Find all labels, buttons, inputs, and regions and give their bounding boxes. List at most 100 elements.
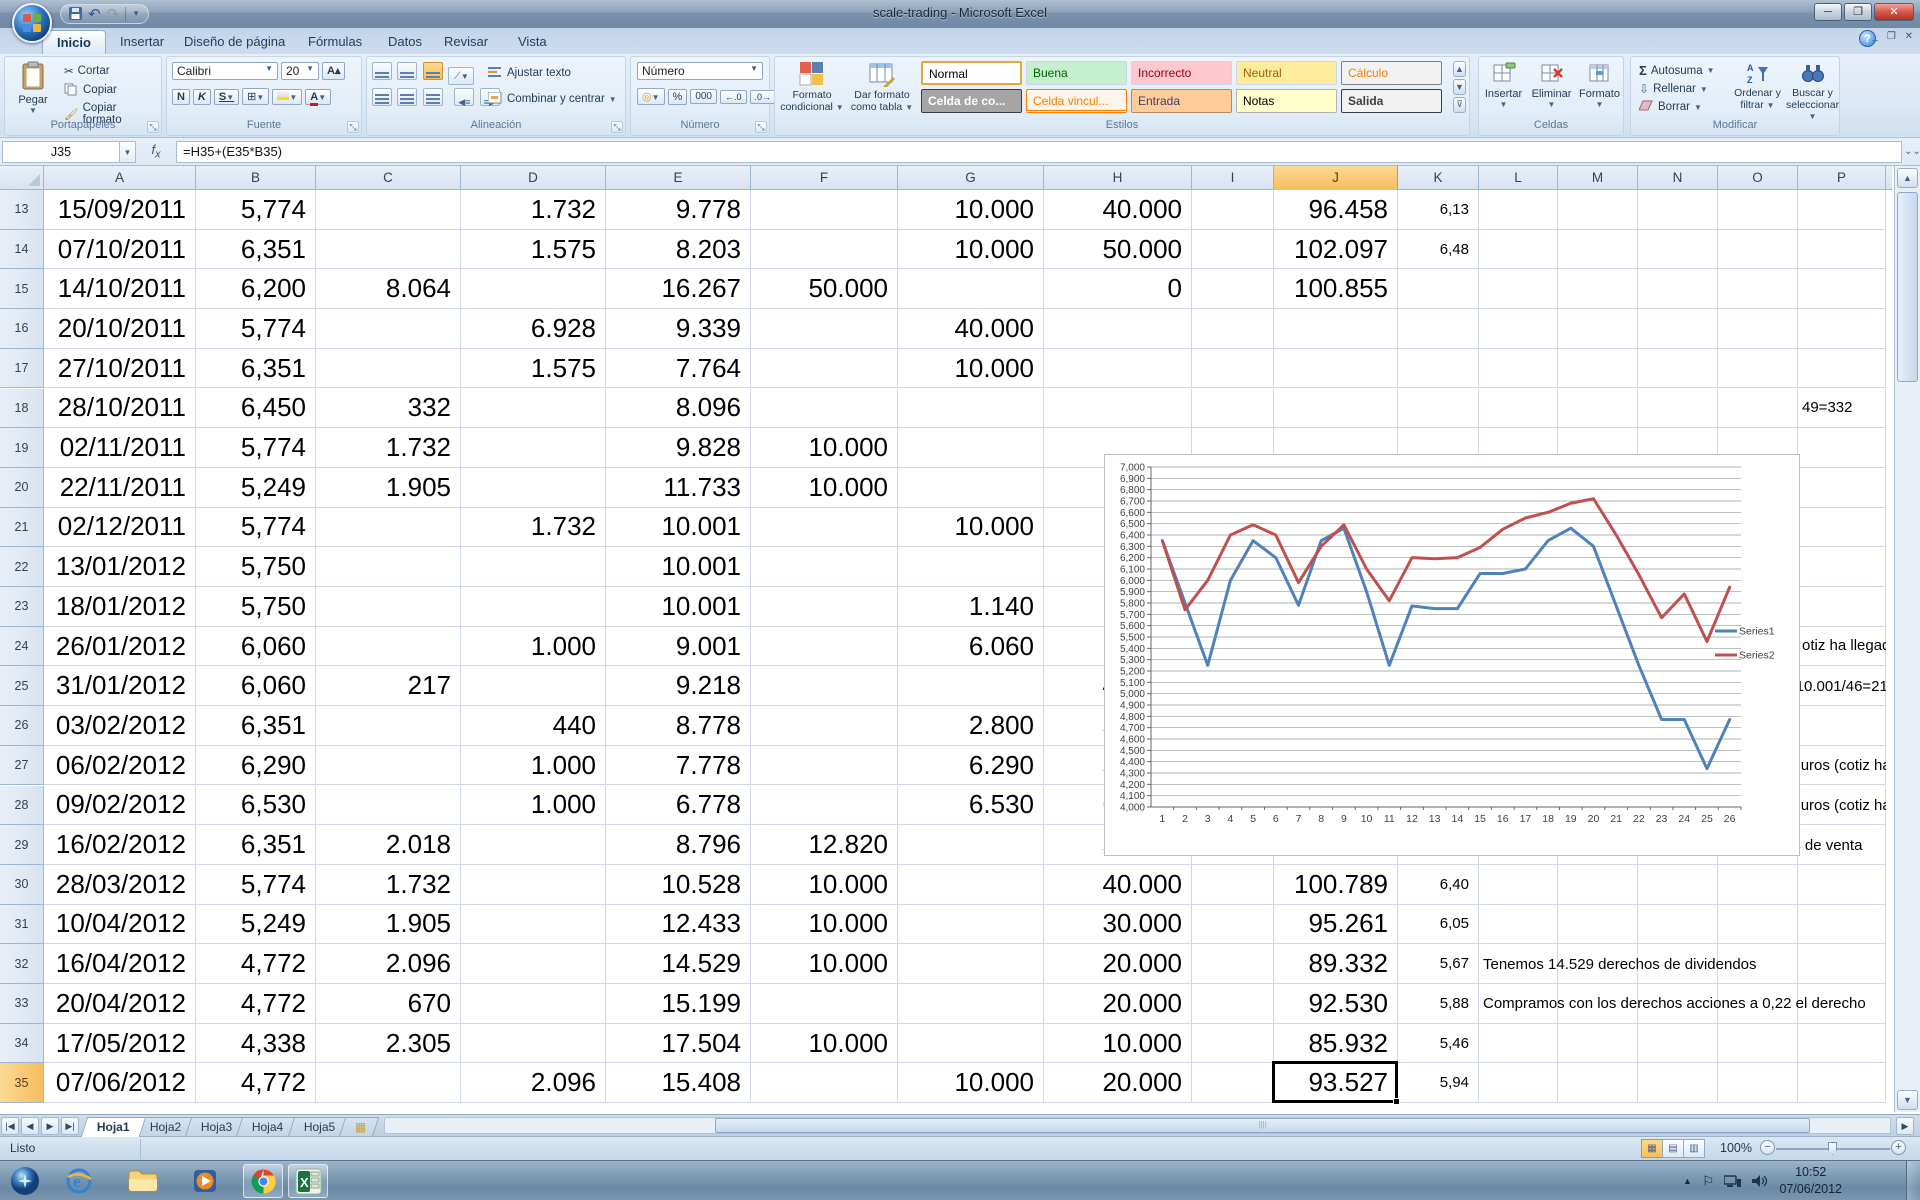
column-header-F[interactable]: F bbox=[751, 166, 898, 190]
cell-N14[interactable] bbox=[1638, 230, 1718, 270]
cell-B21[interactable]: 5,774 bbox=[196, 508, 316, 548]
media-player-icon[interactable] bbox=[188, 1164, 222, 1198]
cell-F15[interactable]: 50.000 bbox=[751, 269, 898, 309]
cell-M34[interactable] bbox=[1558, 1024, 1638, 1064]
cut-button[interactable]: ✂Cortar bbox=[61, 63, 161, 79]
cell-C19[interactable]: 1.732 bbox=[316, 428, 461, 468]
format-cells-button[interactable]: Formato▼ bbox=[1576, 61, 1623, 109]
cell-C31[interactable]: 1.905 bbox=[316, 905, 461, 945]
cell-N35[interactable] bbox=[1638, 1063, 1718, 1103]
cell-A34[interactable]: 17/05/2012 bbox=[44, 1024, 196, 1064]
cell-K35[interactable]: 5,94 bbox=[1398, 1063, 1479, 1103]
find-select-button[interactable]: Buscar y seleccionar ▼ bbox=[1786, 61, 1839, 123]
cell-L13[interactable] bbox=[1479, 190, 1558, 230]
cell-C20[interactable]: 1.905 bbox=[316, 468, 461, 508]
dialog-launcher-alineacion[interactable]: ⤡ bbox=[611, 121, 623, 133]
cell-G30[interactable] bbox=[898, 865, 1044, 905]
cell-M15[interactable] bbox=[1558, 269, 1638, 309]
cell-G35[interactable]: 10.000 bbox=[898, 1063, 1044, 1103]
cell-K34[interactable]: 5,46 bbox=[1398, 1024, 1479, 1064]
cell-style-notas[interactable]: Notas bbox=[1236, 89, 1337, 113]
cell-A26[interactable]: 03/02/2012 bbox=[44, 706, 196, 746]
selected-cell-J35[interactable] bbox=[1272, 1061, 1398, 1103]
cell-P16[interactable] bbox=[1798, 309, 1886, 349]
cell-O16[interactable] bbox=[1718, 309, 1798, 349]
normal-view-icon[interactable]: ▦ bbox=[1641, 1139, 1663, 1158]
cell-F28[interactable] bbox=[751, 786, 898, 826]
cell-H14[interactable]: 50.000 bbox=[1044, 230, 1192, 270]
row-header-23[interactable]: 23 bbox=[0, 587, 44, 627]
cell-F19[interactable]: 10.000 bbox=[751, 428, 898, 468]
cell-style-buena[interactable]: Buena bbox=[1026, 61, 1127, 85]
cell-C15[interactable]: 8.064 bbox=[316, 269, 461, 309]
cell-C25[interactable]: 217 bbox=[316, 666, 461, 706]
cell-H13[interactable]: 40.000 bbox=[1044, 190, 1192, 230]
cell-A21[interactable]: 02/12/2011 bbox=[44, 508, 196, 548]
merge-center-button[interactable]: Combinar y centrar▼ bbox=[485, 91, 620, 107]
column-header-N[interactable]: N bbox=[1638, 166, 1718, 190]
cell-A19[interactable]: 02/11/2011 bbox=[44, 428, 196, 468]
styles-scroll-up[interactable]: ▲ bbox=[1453, 61, 1466, 77]
cell-style-normal[interactable]: Normal bbox=[921, 61, 1022, 85]
cell-E25[interactable]: 9.218 bbox=[606, 666, 751, 706]
ribbon-tab-dise-o-de-p-gina[interactable]: Diseño de página bbox=[170, 30, 299, 54]
fill-color-button[interactable]: ▼ bbox=[272, 89, 302, 105]
cell-E22[interactable]: 10.001 bbox=[606, 547, 751, 587]
cell-M16[interactable] bbox=[1558, 309, 1638, 349]
cell-L35[interactable] bbox=[1479, 1063, 1558, 1103]
cell-I13[interactable] bbox=[1192, 190, 1274, 230]
cell-G25[interactable] bbox=[898, 666, 1044, 706]
row-header-24[interactable]: 24 bbox=[0, 627, 44, 667]
cell-O18[interactable] bbox=[1718, 389, 1798, 429]
action-center-flag-icon[interactable]: ⚐ bbox=[1702, 1173, 1715, 1190]
cell-B18[interactable]: 6,450 bbox=[196, 389, 316, 429]
clock[interactable]: 10:52 07/06/2012 bbox=[1779, 1164, 1842, 1198]
column-headers[interactable]: ABCDEFGHIJKLMNOP bbox=[0, 166, 1892, 190]
row-header-14[interactable]: 14 bbox=[0, 230, 44, 270]
cell-G13[interactable]: 10.000 bbox=[898, 190, 1044, 230]
cell-F29[interactable]: 12.820 bbox=[751, 825, 898, 865]
cell-C14[interactable] bbox=[316, 230, 461, 270]
next-sheet-icon[interactable]: ▶ bbox=[41, 1117, 59, 1135]
cell-D27[interactable]: 1.000 bbox=[461, 746, 606, 786]
tray-expand-icon[interactable]: ▲ bbox=[1683, 1176, 1692, 1186]
cell-C28[interactable] bbox=[316, 786, 461, 826]
cell-J31[interactable]: 95.261 bbox=[1274, 905, 1398, 945]
cell-D18[interactable] bbox=[461, 389, 606, 429]
cell-A16[interactable]: 20/10/2011 bbox=[44, 309, 196, 349]
cell-K15[interactable] bbox=[1398, 269, 1479, 309]
scroll-down-icon[interactable]: ▼ bbox=[1897, 1090, 1918, 1110]
cell-D24[interactable]: 1.000 bbox=[461, 627, 606, 667]
cell-D23[interactable] bbox=[461, 587, 606, 627]
cell-I18[interactable] bbox=[1192, 389, 1274, 429]
cell-F31[interactable]: 10.000 bbox=[751, 905, 898, 945]
cell-B22[interactable]: 5,750 bbox=[196, 547, 316, 587]
cell-B34[interactable]: 4,338 bbox=[196, 1024, 316, 1064]
row-header-32[interactable]: 32 bbox=[0, 944, 44, 984]
insert-worksheet-tab[interactable]: ▦ bbox=[339, 1117, 379, 1137]
cell-style-celda-vincul-[interactable]: Celda vincul... bbox=[1026, 89, 1127, 113]
cell-B15[interactable]: 6,200 bbox=[196, 269, 316, 309]
cell-P34[interactable] bbox=[1798, 1024, 1886, 1064]
cell-D13[interactable]: 1.732 bbox=[461, 190, 606, 230]
cell-G24[interactable]: 6.060 bbox=[898, 627, 1044, 667]
cell-G15[interactable] bbox=[898, 269, 1044, 309]
cell-D15[interactable] bbox=[461, 269, 606, 309]
row-header-18[interactable]: 18 bbox=[0, 389, 44, 429]
prev-sheet-icon[interactable]: ◀ bbox=[21, 1117, 39, 1135]
worksheet-grid[interactable]: 1315/09/20115,7741.7329.77810.00040.0009… bbox=[0, 166, 1920, 1114]
cell-A20[interactable]: 22/11/2011 bbox=[44, 468, 196, 508]
percent-style-button[interactable]: % bbox=[668, 89, 688, 105]
cell-D32[interactable] bbox=[461, 944, 606, 984]
cell-L18[interactable] bbox=[1479, 389, 1558, 429]
decrease-decimal-button[interactable]: .0→ bbox=[750, 90, 777, 104]
qat-customize-icon[interactable]: ▼ bbox=[132, 10, 140, 18]
cell-P22[interactable] bbox=[1798, 547, 1886, 587]
cell-C29[interactable]: 2.018 bbox=[316, 825, 461, 865]
row-header-13[interactable]: 13 bbox=[0, 190, 44, 230]
conditional-format-button[interactable]: Formato condicional ▼ bbox=[779, 61, 845, 113]
increase-decimal-button[interactable]: ←.0 bbox=[720, 90, 747, 104]
cell-A27[interactable]: 06/02/2012 bbox=[44, 746, 196, 786]
embedded-chart[interactable]: 4,0004,1004,2004,3004,4004,5004,6004,700… bbox=[1104, 454, 1800, 856]
cell-J16[interactable] bbox=[1274, 309, 1398, 349]
